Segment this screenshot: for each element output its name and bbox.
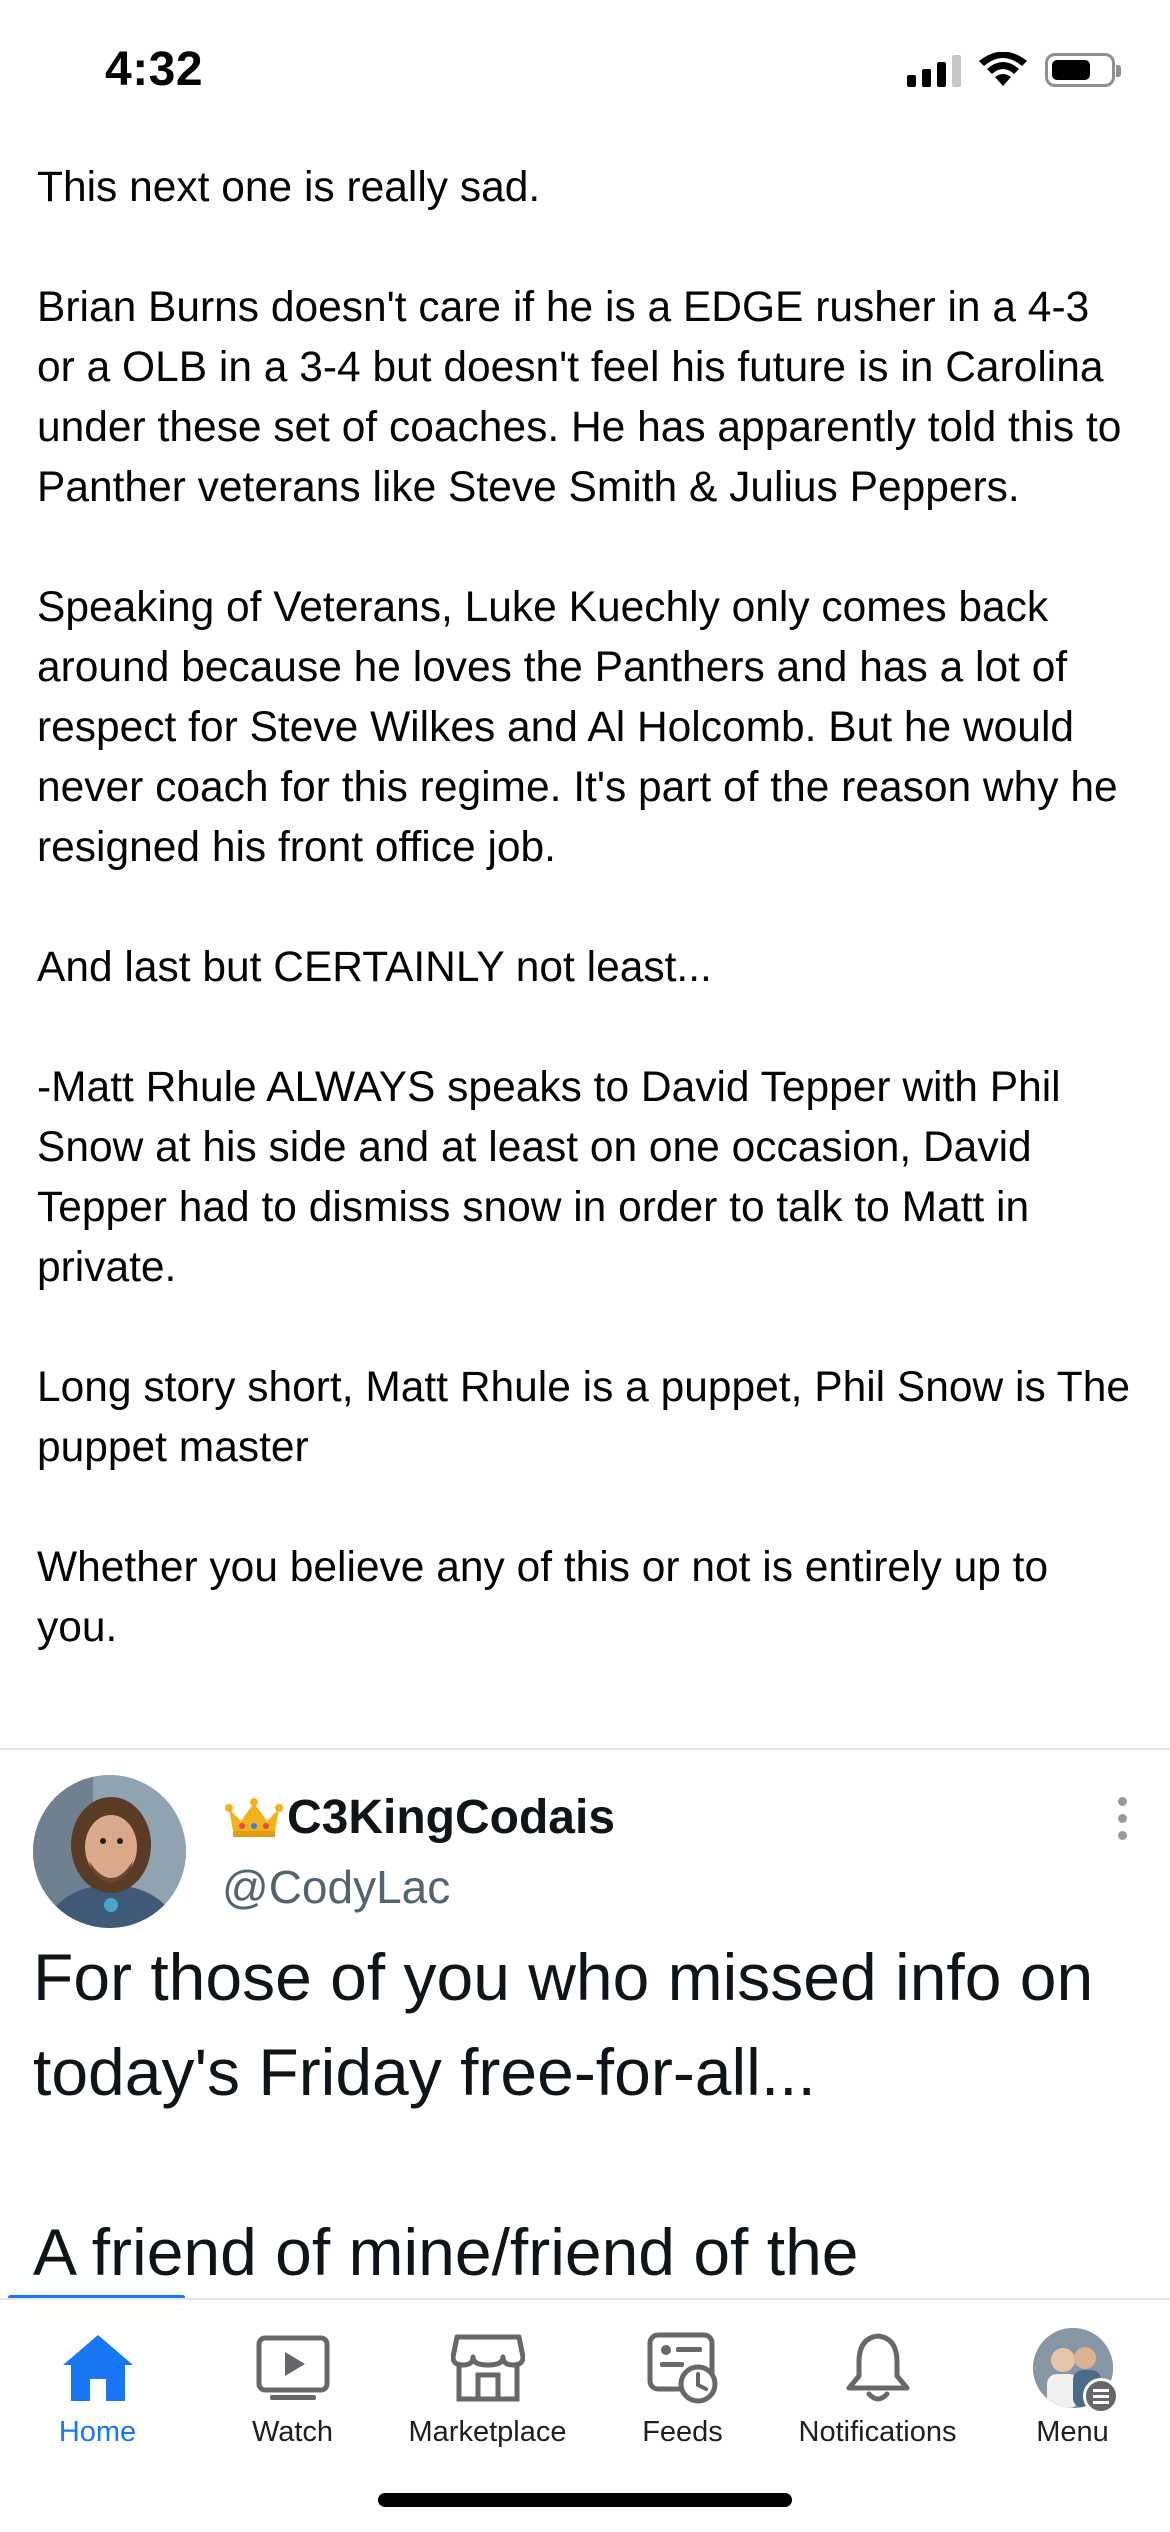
tab-marketplace[interactable]: Marketplace [390,2300,585,2460]
tab-feeds[interactable]: Feeds [585,2300,780,2460]
watch-icon [253,2328,333,2408]
tweet-name-row: C3KingCodais [225,1790,615,1845]
wifi-icon [979,52,1027,86]
more-options-icon[interactable] [1112,1797,1132,1840]
tweet-text: For those of you who missed info on toda… [33,1930,1143,2295]
tab-label: Marketplace [408,2416,567,2448]
post-paragraph: And last but CERTAINLY not least... [37,944,712,991]
tab-notifications[interactable]: Notifications [780,2300,975,2460]
tab-label: Notifications [798,2416,957,2448]
post-paragraph: Long story short, Matt Rhule is a puppet… [37,1364,1130,1471]
tab-label: Home [58,2416,137,2448]
divider [0,1748,1170,1750]
tab-label: Watch [251,2416,334,2448]
home-indicator [378,2493,792,2507]
post-body: This next one is really sad. Brian Burns… [37,158,1137,1658]
post-paragraph: Whether you believe any of this or not i… [37,1544,1049,1651]
tweet-text-line: A friend of mine/friend of the [33,2215,859,2289]
menu-icon [1082,2378,1119,2414]
tab-watch[interactable]: Watch [195,2300,390,2460]
tweet-handle: @CodyLac [222,1861,451,1913]
post-paragraph: This next one is really sad. [37,164,541,211]
embedded-tweet-image[interactable]: C3KingCodais @CodyLac For those of you w… [0,1752,1170,2295]
profile-avatar [1032,2328,1119,2414]
home-icon [58,2328,138,2408]
tab-label: Menu [1036,2416,1109,2448]
bell-icon [838,2328,918,2408]
crown-icon [225,1797,283,1837]
menu-icon-wrap [1032,2328,1119,2414]
battery-icon [1045,53,1121,87]
cellular-signal-icon [907,53,961,87]
tweet-author-avatar [33,1775,186,1928]
tweet-text-line: For those of you who missed info on toda… [33,1940,1094,2109]
feeds-icon [643,2328,723,2408]
post-paragraph: -Matt Rhule ALWAYS speaks to David Teppe… [37,1064,1061,1291]
status-bar: 4:32 [0,0,1170,150]
tab-menu[interactable]: Menu [975,2300,1170,2460]
tab-label: Feeds [642,2416,723,2448]
marketplace-icon [448,2328,528,2408]
post-paragraph: Speaking of Veterans, Luke Kuechly only … [37,584,1118,871]
status-time: 4:32 [105,43,204,96]
status-icons [907,52,1121,88]
post-paragraph: Brian Burns doesn't care if he is a EDGE… [37,284,1122,511]
tab-home[interactable]: Home [0,2300,195,2460]
tweet-display-name: C3KingCodais [287,1791,616,1844]
